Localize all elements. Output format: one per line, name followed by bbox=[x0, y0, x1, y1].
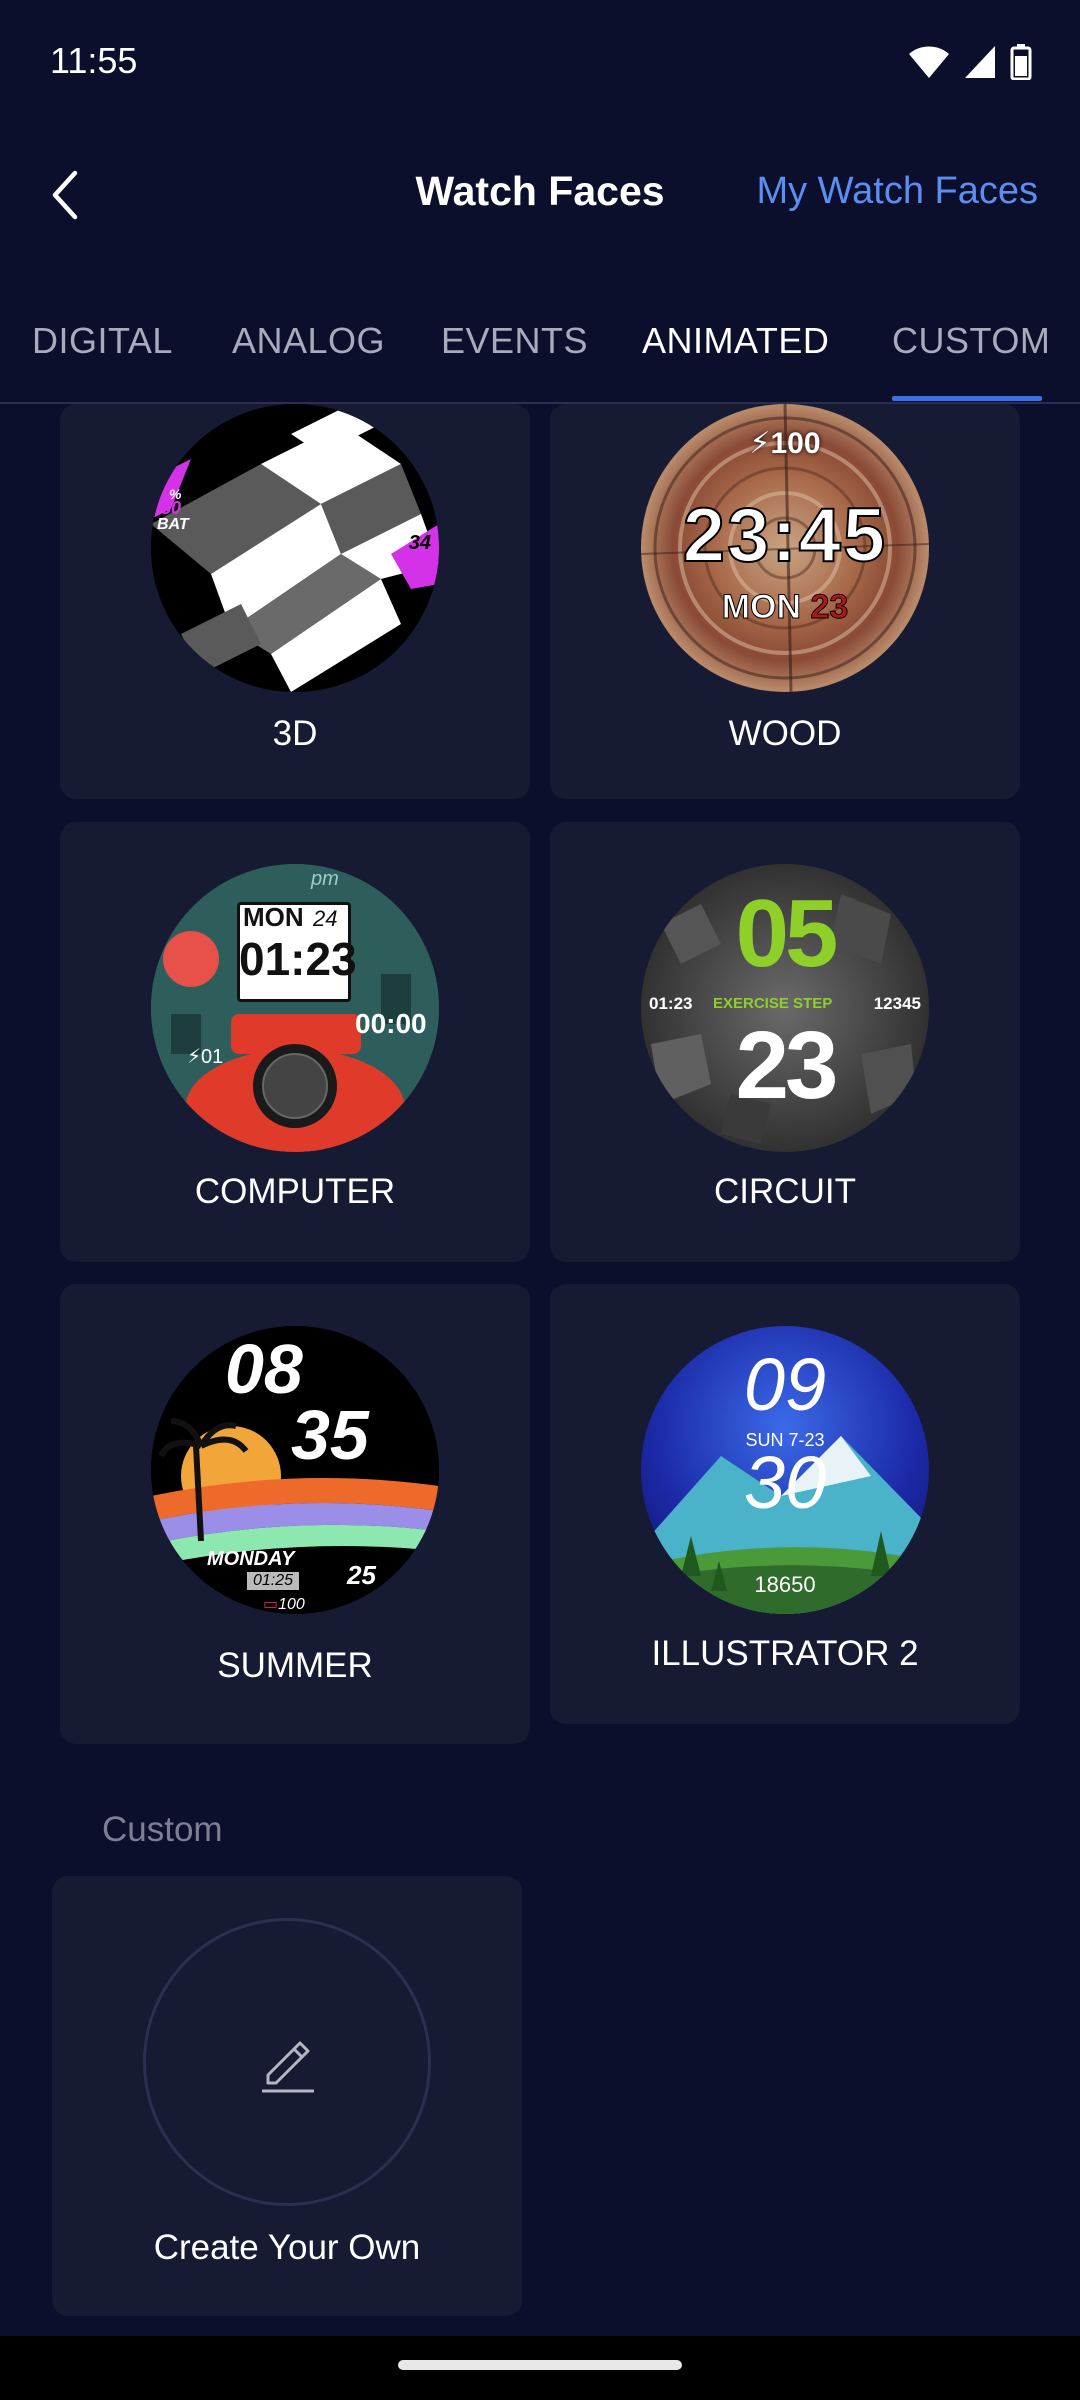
create-your-own-label: Create Your Own bbox=[153, 2228, 421, 2267]
signal-icon bbox=[965, 46, 995, 78]
app-bar: Watch Faces My Watch Faces bbox=[0, 140, 1080, 250]
watch-faces-screen: 11:55 Watch Faces My Watch Faces DIGITAL… bbox=[0, 0, 1080, 2400]
face-summer-time: 01:25 bbox=[247, 1572, 300, 1590]
face-computer-battery: ⚡01 bbox=[187, 1046, 224, 1068]
page-title-text: Watch Faces bbox=[415, 168, 665, 214]
battery-icon bbox=[1010, 44, 1032, 80]
face-circuit-minute: 23 bbox=[735, 1012, 839, 1119]
watch-face-preview-wood: ⚡100 23:45 MON 23 bbox=[641, 404, 929, 692]
watch-face-label: WOOD bbox=[728, 714, 842, 753]
face-computer-pm: pm bbox=[311, 868, 339, 890]
watch-face-card-illustrator-2[interactable]: 09 SUN 7-23 30 18650 ILLUSTRATOR 2 bbox=[550, 1284, 1020, 1724]
face-wood-battery: ⚡100 bbox=[749, 427, 821, 460]
category-tabs: DIGITAL ANALOG EVENTS ANIMATED CUSTOM bbox=[0, 300, 1080, 404]
face-circuit-middle: EXERCISE STEP bbox=[713, 995, 833, 1012]
face-computer-day: MON bbox=[243, 902, 304, 932]
watch-face-card-wood[interactable]: ⚡100 23:45 MON 23 WOOD bbox=[550, 404, 1020, 799]
face-circuit-hour: 05 bbox=[735, 880, 839, 987]
watch-face-card-summer[interactable]: 08 35 MONDAY 01:25 25 ▭100 SUMMER bbox=[60, 1284, 530, 1744]
tab-animated[interactable]: ANIMATED bbox=[642, 320, 829, 362]
my-watch-faces-link[interactable]: My Watch Faces bbox=[756, 170, 1038, 213]
watch-face-card-3d[interactable]: % 80 BAT 34 3D bbox=[60, 404, 530, 799]
face-3d-art bbox=[151, 404, 439, 692]
watch-face-label: CIRCUIT bbox=[714, 1172, 856, 1211]
face-summer-battery: ▭100 bbox=[263, 1596, 305, 1613]
tab-digital[interactable]: DIGITAL bbox=[32, 320, 173, 362]
watch-face-card-computer[interactable]: MON 24 01:23 00:00 ⚡01 pm COMPUTER bbox=[60, 822, 530, 1262]
face-summer-date: 25 bbox=[347, 1560, 376, 1590]
face-computer-battery-value: 01 bbox=[201, 1046, 224, 1068]
watch-face-card-circuit[interactable]: 05 01:23 EXERCISE STEP 12345 23 CIRCUIT bbox=[550, 822, 1020, 1262]
face-wood-time: 23:45 bbox=[682, 492, 888, 579]
tab-analog[interactable]: ANALOG bbox=[232, 320, 385, 362]
watch-face-label: COMPUTER bbox=[194, 1172, 396, 1211]
face-3d-side-value: 34 bbox=[408, 532, 431, 554]
create-your-own-circle bbox=[143, 1918, 431, 2206]
tab-events[interactable]: EVENTS bbox=[441, 320, 588, 362]
tab-indicator bbox=[892, 396, 1042, 401]
face-circuit-left: 01:23 bbox=[649, 994, 693, 1013]
status-icons bbox=[908, 44, 1032, 80]
tab-custom[interactable]: CUSTOM bbox=[892, 320, 1050, 362]
chevron-left-icon bbox=[52, 170, 78, 220]
face-computer-time: 01:23 bbox=[239, 933, 357, 985]
system-nav-bar bbox=[0, 2336, 1080, 2400]
watch-face-preview-illustrator-2: 09 SUN 7-23 30 18650 bbox=[641, 1326, 929, 1614]
face-summer-hour: 08 bbox=[225, 1330, 303, 1408]
pencil-icon bbox=[262, 2041, 314, 2093]
face-3d-bat-label: BAT bbox=[157, 516, 189, 533]
face-wood-day: MON bbox=[721, 588, 802, 627]
watch-face-label: 3D bbox=[272, 714, 318, 753]
back-button[interactable] bbox=[30, 160, 100, 230]
watch-face-label: ILLUSTRATOR 2 bbox=[651, 1634, 919, 1673]
status-bar: 11:55 bbox=[0, 0, 1080, 130]
section-label-custom: Custom bbox=[102, 1810, 223, 1849]
watch-face-preview-computer: MON 24 01:23 00:00 ⚡01 pm bbox=[151, 864, 439, 1152]
face-summer-battery-value: 100 bbox=[278, 1596, 305, 1613]
home-indicator[interactable] bbox=[398, 2360, 682, 2370]
face-illustrator-minute: 30 bbox=[743, 1441, 827, 1524]
face-wood-date-row: MON 23 bbox=[641, 588, 929, 627]
watch-face-preview-3d: % 80 BAT 34 bbox=[151, 404, 439, 692]
face-wood-battery-value: 100 bbox=[770, 427, 821, 460]
create-your-own-card[interactable]: Create Your Own bbox=[52, 1876, 522, 2316]
face-summer-day: MONDAY bbox=[207, 1548, 295, 1570]
watch-face-preview-summer: 08 35 MONDAY 01:25 25 ▭100 bbox=[151, 1326, 439, 1614]
face-illustrator-steps: 18650 bbox=[754, 1572, 816, 1597]
status-time: 11:55 bbox=[50, 40, 138, 81]
face-wood-date: 23 bbox=[810, 588, 849, 627]
wifi-icon bbox=[909, 46, 949, 78]
face-computer-seconds: 00:00 bbox=[355, 1008, 427, 1039]
watch-face-label: SUMMER bbox=[217, 1646, 373, 1685]
face-summer-minute: 35 bbox=[291, 1396, 369, 1474]
watch-face-preview-circuit: 05 01:23 EXERCISE STEP 12345 23 bbox=[641, 864, 929, 1152]
face-circuit-right: 12345 bbox=[873, 994, 921, 1013]
face-computer-date: 24 bbox=[313, 906, 338, 931]
face-illustrator-hour: 09 bbox=[743, 1343, 827, 1426]
